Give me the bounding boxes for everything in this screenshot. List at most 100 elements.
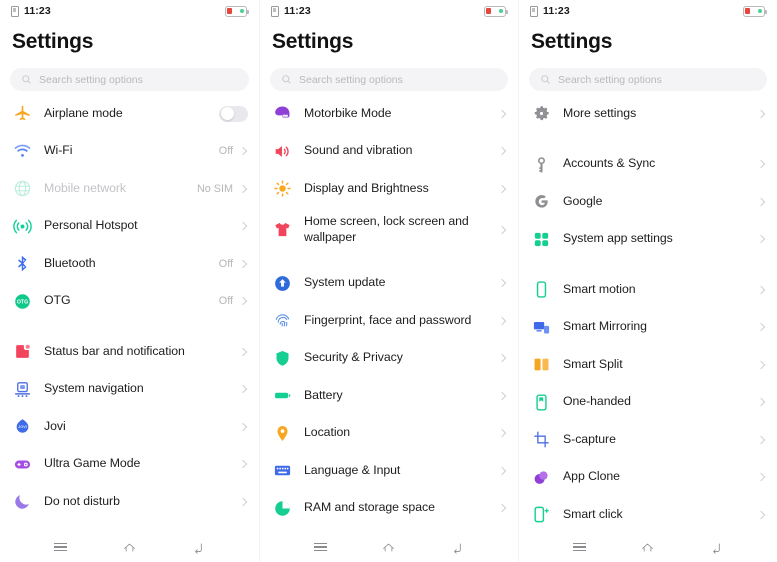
back-icon[interactable]: [708, 538, 726, 556]
settings-row-label: Home screen, lock screen and wallpaper: [304, 213, 469, 244]
navigation-bar: [0, 532, 259, 562]
sim-card-icon: [530, 5, 538, 17]
settings-row[interactable]: Smart Mirroring: [519, 309, 777, 347]
settings-row-label: Smart motion: [563, 281, 636, 296]
home-icon[interactable]: [639, 538, 657, 556]
settings-row-label: RAM and storage space: [304, 500, 435, 515]
search-input[interactable]: Search setting options: [270, 68, 508, 91]
system-navigation-icon: [12, 379, 33, 400]
settings-row[interactable]: JOVI Jovi: [0, 408, 259, 446]
chevron-right-icon: [756, 435, 766, 444]
search-placeholder: Search setting options: [39, 73, 143, 86]
moon-icon: [12, 491, 33, 512]
settings-row[interactable]: App Clone: [519, 459, 777, 497]
settings-list: Airplane mode Wi-Fi Off Mobile network No SI…: [0, 91, 259, 532]
settings-screen-2: 11:23 Settings Search setting options Mo…: [259, 0, 518, 562]
settings-row[interactable]: Airplane mode: [0, 95, 259, 133]
settings-row[interactable]: Smart motion: [519, 271, 777, 309]
airplane-mode-toggle[interactable]: [219, 105, 248, 122]
settings-row[interactable]: Smart click: [519, 496, 777, 532]
settings-row-label: Do not disturb: [44, 493, 120, 508]
recents-icon[interactable]: [52, 538, 70, 556]
chevron-right-icon: [756, 323, 766, 332]
settings-row-label: System update: [304, 275, 386, 290]
settings-row-label: More settings: [563, 105, 637, 120]
settings-row[interactable]: Motorbike Mode: [260, 95, 518, 133]
settings-row[interactable]: Sound and vibration: [260, 133, 518, 171]
recents-icon[interactable]: [311, 538, 329, 556]
settings-row[interactable]: Wi-Fi Off: [0, 133, 259, 171]
settings-row-label: Airplane mode: [44, 105, 123, 120]
settings-row-label: System navigation: [44, 381, 144, 396]
settings-row-label: OTG: [44, 293, 71, 308]
search-bar-container: Search setting options: [0, 62, 259, 91]
chevron-right-icon: [497, 316, 507, 325]
settings-row[interactable]: Smart Split: [519, 346, 777, 384]
settings-row[interactable]: Language & Input: [260, 452, 518, 490]
settings-row[interactable]: Location: [260, 415, 518, 453]
page-title: Settings: [272, 30, 354, 53]
settings-row[interactable]: Ultra Game Mode: [0, 446, 259, 484]
settings-row-label: Battery: [304, 387, 343, 402]
settings-row[interactable]: Accounts & Sync: [519, 146, 777, 184]
settings-row[interactable]: System navigation: [0, 371, 259, 409]
settings-row[interactable]: Bluetooth Off: [0, 245, 259, 283]
chevron-right-icon: [756, 235, 766, 244]
pie-chart-icon: [272, 498, 293, 519]
settings-row[interactable]: OTG OTG Off: [0, 283, 259, 321]
status-bar-time: 11:23: [543, 5, 570, 17]
settings-row[interactable]: One-handed: [519, 384, 777, 422]
gamepad-icon: [12, 454, 33, 475]
search-input[interactable]: Search setting options: [10, 68, 249, 91]
recents-icon[interactable]: [570, 538, 588, 556]
brightness-icon: [272, 178, 293, 199]
settings-row-label: One-handed: [563, 394, 631, 409]
settings-row-label: Smart Split: [563, 356, 623, 371]
chevron-right-icon: [497, 225, 507, 234]
settings-row[interactable]: More settings: [519, 95, 777, 133]
settings-row[interactable]: Battery: [260, 377, 518, 415]
back-icon[interactable]: [449, 538, 467, 556]
settings-row[interactable]: Google: [519, 183, 777, 221]
battery-low-icon: [743, 5, 768, 17]
page-title: Settings: [531, 30, 613, 53]
chevron-right-icon: [238, 497, 248, 506]
settings-row[interactable]: Display and Brightness: [260, 170, 518, 208]
chevron-right-icon: [238, 147, 248, 156]
back-icon[interactable]: [190, 538, 208, 556]
settings-row[interactable]: Mobile network No SIM: [0, 170, 259, 208]
tshirt-icon: [272, 219, 293, 240]
home-icon[interactable]: [380, 538, 398, 556]
bluetooth-icon: [12, 253, 33, 274]
account-key-icon: [531, 154, 552, 175]
settings-row[interactable]: System update: [260, 265, 518, 303]
chevron-right-icon: [238, 422, 248, 431]
settings-list: More settings Accounts & Sync Google System…: [519, 91, 777, 532]
gear-icon: [531, 103, 552, 124]
helmet-icon: [272, 103, 293, 124]
settings-row[interactable]: System app settings: [519, 221, 777, 259]
settings-row-label: Accounts & Sync: [563, 156, 656, 171]
settings-row[interactable]: Do not disturb: [0, 483, 259, 521]
chevron-right-icon: [238, 184, 248, 193]
home-icon[interactable]: [121, 538, 139, 556]
search-input[interactable]: Search setting options: [529, 68, 767, 91]
settings-row[interactable]: Home screen, lock screen and wallpaper: [260, 208, 518, 252]
status-bar-time: 11:23: [24, 5, 51, 17]
smart-mirroring-icon: [531, 317, 552, 338]
settings-row[interactable]: Status bar and notification: [0, 333, 259, 371]
settings-row-label: Smart click: [563, 506, 623, 521]
settings-row-label: Mobile network: [44, 180, 126, 195]
settings-row[interactable]: Fingerprint, face and password: [260, 302, 518, 340]
settings-row[interactable]: RAM and storage space: [260, 490, 518, 528]
settings-row[interactable]: S-capture: [519, 421, 777, 459]
search-placeholder: Search setting options: [558, 73, 662, 86]
settings-row-label: Google: [563, 193, 603, 208]
settings-row-label: Ultra Game Mode: [44, 456, 141, 471]
group-divider: [519, 133, 777, 146]
settings-row[interactable]: Personal Hotspot: [0, 208, 259, 246]
chevron-right-icon: [756, 160, 766, 169]
settings-row[interactable]: Security & Privacy: [260, 340, 518, 378]
battery-icon: [272, 385, 293, 406]
settings-row[interactable]: More settings: [260, 527, 518, 532]
